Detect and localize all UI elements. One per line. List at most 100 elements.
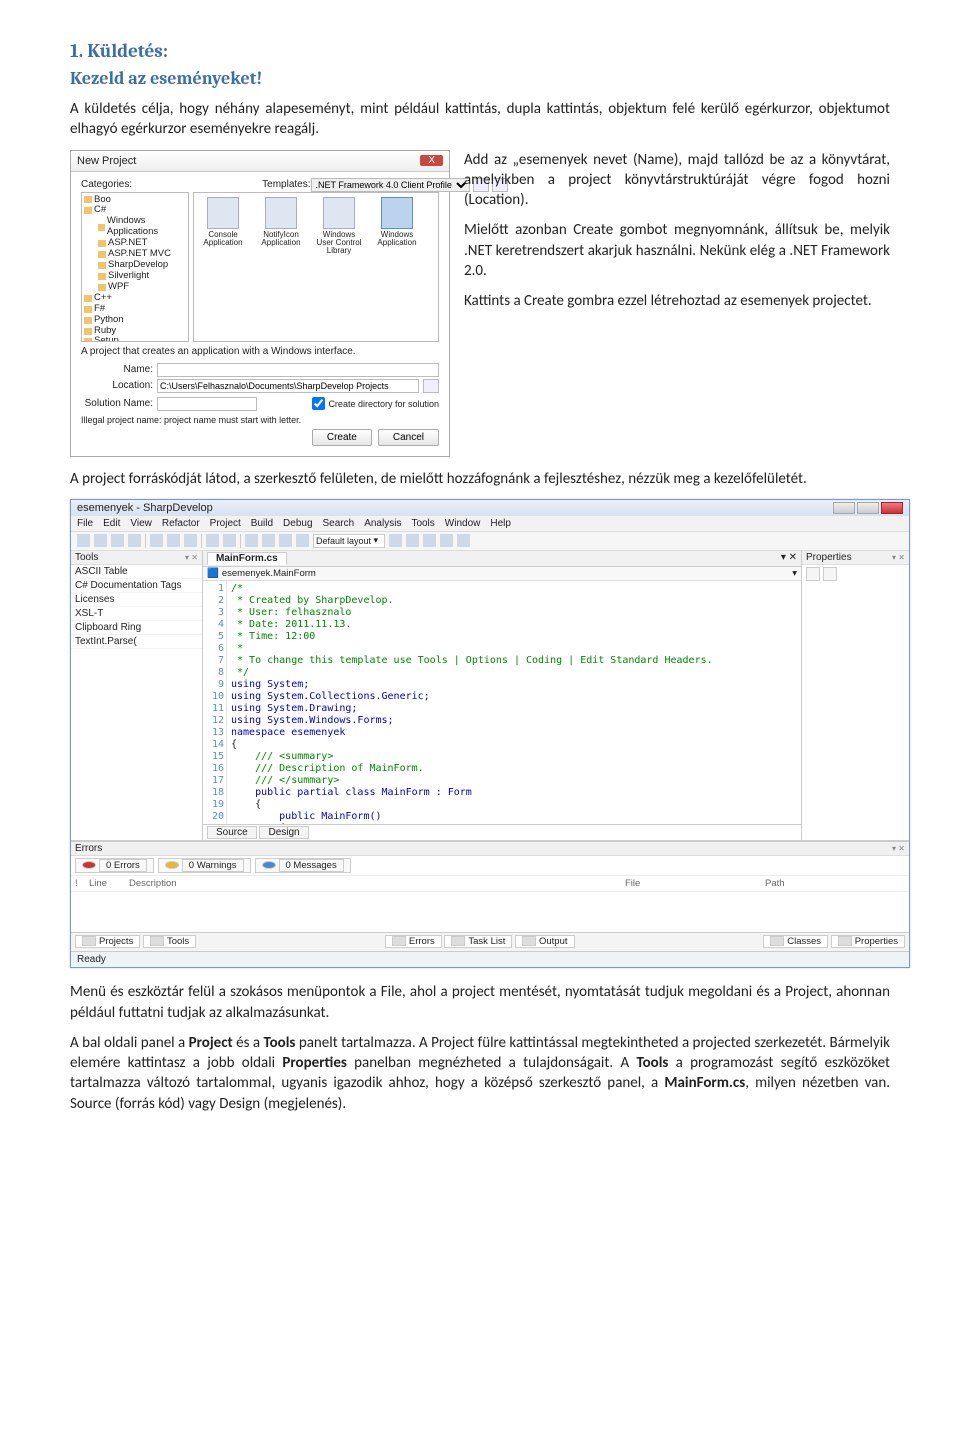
categories-label: Categories: (81, 179, 132, 190)
name-input[interactable] (157, 363, 439, 377)
location-input[interactable] (157, 379, 419, 393)
side-paragraph-3: Kattints a Create gombra ezzel létrehozt… (464, 291, 890, 311)
create-directory-checkbox[interactable] (312, 397, 325, 410)
after-dialog-paragraph: A project forráskódját látod, a szerkesz… (70, 469, 890, 489)
heading: 1. Küldetés: (70, 40, 890, 62)
properties-panel-title: Properties (806, 552, 852, 563)
bottom-tab[interactable]: Output (515, 935, 575, 948)
tool-stop-icon[interactable] (262, 534, 275, 547)
line-gutter: 1234567891011121314151617181920212223 (203, 581, 227, 824)
template-item[interactable]: NotifyIcon Application (256, 197, 306, 337)
solution-name-input[interactable] (157, 397, 257, 411)
tool-b-icon[interactable] (406, 534, 419, 547)
framework-select[interactable]: .NET Framework 4.0 Client Profile (311, 178, 470, 192)
menu-item[interactable]: Refactor (162, 518, 200, 529)
design-tab[interactable]: Design (259, 826, 308, 839)
bottom-tab[interactable]: Errors (385, 935, 442, 948)
tool-a-icon[interactable] (389, 534, 402, 547)
tool-redo-icon[interactable] (223, 534, 236, 547)
templates-panel[interactable]: Console ApplicationNotifyIcon Applicatio… (193, 192, 439, 342)
errors-tab[interactable]: 0 Errors (75, 858, 154, 873)
tree-item[interactable]: Windows Applications (96, 216, 188, 238)
tool-d-icon[interactable] (440, 534, 453, 547)
code-path[interactable]: esemenyek.MainForm (222, 568, 316, 579)
bottom-tab[interactable]: Properties (831, 935, 905, 948)
bottom-tab[interactable]: Task List (444, 935, 512, 948)
menu-item[interactable]: Help (490, 518, 511, 529)
tools-panel-title: Tools (75, 552, 98, 563)
panel-pin-icon[interactable]: ▾ ✕ (892, 553, 905, 562)
editor-tab[interactable]: MainForm.cs (207, 552, 287, 565)
tool-cut-icon[interactable] (150, 534, 163, 547)
tree-item[interactable]: Python (82, 315, 188, 326)
bottom-tab[interactable]: Classes (763, 935, 828, 948)
tool-c-icon[interactable] (423, 534, 436, 547)
menu-item[interactable]: Project (210, 518, 241, 529)
tools-list-item[interactable]: XSL-T (71, 607, 202, 621)
alphabetical-icon[interactable] (823, 567, 837, 581)
tools-list-item[interactable]: Licenses (71, 593, 202, 607)
tree-item[interactable]: Setup (82, 336, 188, 341)
solution-name-label: Solution Name: (81, 398, 153, 409)
tool-new-icon[interactable] (77, 534, 90, 547)
tool-saveall-icon[interactable] (128, 534, 141, 547)
panel-pin-icon[interactable]: ▾ ✕ (185, 553, 198, 562)
cancel-button[interactable]: Cancel (378, 429, 439, 446)
menu-item[interactable]: Build (251, 518, 273, 529)
template-description: A project that creates an application wi… (81, 342, 439, 361)
col-bang: ! (75, 878, 89, 889)
tool-open-icon[interactable] (94, 534, 107, 547)
panel-pin-icon[interactable]: ▾ ✕ (892, 844, 905, 853)
template-item[interactable]: Console Application (198, 197, 248, 337)
tab-overflow-icon[interactable]: ▾ ✕ (781, 552, 797, 565)
close-window-icon[interactable] (881, 502, 903, 514)
ide-menubar[interactable]: File Edit View Refactor Project Build Debug Sea… (71, 516, 909, 532)
new-project-dialog: New Project X Categories: Templates: .NE… (70, 150, 450, 457)
menu-item[interactable]: Analysis (364, 518, 401, 529)
template-item[interactable]: Windows User Control Library (314, 197, 364, 337)
categorize-icon[interactable] (806, 567, 820, 581)
code-text[interactable]: /* * Created by SharpDevelop. * User: fe… (227, 581, 717, 824)
tool-e-icon[interactable] (457, 534, 470, 547)
menu-item[interactable]: File (77, 518, 93, 529)
browse-icon[interactable] (423, 379, 439, 393)
tools-list-item[interactable]: TextInt.Parse( (71, 635, 202, 649)
tools-list-item[interactable]: ASCII Table (71, 565, 202, 579)
warnings-tab[interactable]: 0 Warnings (158, 858, 251, 873)
tree-item[interactable]: F# (82, 304, 188, 315)
minimize-icon[interactable] (833, 502, 855, 514)
tool-step2-icon[interactable] (296, 534, 309, 547)
maximize-icon[interactable] (857, 502, 879, 514)
menu-item[interactable]: Window (445, 518, 481, 529)
layout-combo[interactable]: Default layout ▾ (313, 534, 385, 548)
menu-item[interactable]: Debug (283, 518, 312, 529)
bottom-tab[interactable]: Projects (75, 935, 140, 948)
errors-panel: Errors▾ ✕ 0 Errors 0 Warnings 0 Messages… (71, 841, 909, 932)
tool-copy-icon[interactable] (167, 534, 180, 547)
source-tab[interactable]: Source (207, 826, 257, 839)
name-label: Name: (81, 364, 153, 375)
bottom-tab[interactable]: Tools (143, 935, 196, 948)
tool-paste-icon[interactable] (184, 534, 197, 547)
tool-run-icon[interactable] (245, 534, 258, 547)
menu-item[interactable]: Search (323, 518, 355, 529)
menu-item[interactable]: View (130, 518, 152, 529)
menu-item[interactable]: Edit (103, 518, 120, 529)
tools-list-item[interactable]: C# Documentation Tags (71, 579, 202, 593)
ide-toolbar[interactable]: Default layout ▾ (71, 532, 909, 551)
template-item[interactable]: Windows Application (372, 197, 422, 337)
tool-undo-icon[interactable] (206, 534, 219, 547)
tools-list-item[interactable]: Clipboard Ring (71, 621, 202, 635)
col-line: Line (89, 878, 129, 889)
close-icon[interactable]: X (420, 155, 443, 166)
tools-panel: Tools ▾ ✕ ASCII TableC# Documentation Tag… (71, 551, 203, 840)
tool-save-icon[interactable] (111, 534, 124, 547)
templates-label: Templates: (262, 179, 310, 190)
create-button[interactable]: Create (312, 429, 372, 446)
intro-paragraph: A küldetés célja, hogy néhány alapesemén… (70, 99, 890, 140)
messages-tab[interactable]: 0 Messages (255, 858, 351, 873)
menu-item[interactable]: Tools (411, 518, 434, 529)
properties-panel: Properties ▾ ✕ (801, 551, 909, 840)
tool-step-icon[interactable] (279, 534, 292, 547)
categories-tree[interactable]: BooC#Windows ApplicationsASP.NETASP.NET … (81, 192, 189, 342)
